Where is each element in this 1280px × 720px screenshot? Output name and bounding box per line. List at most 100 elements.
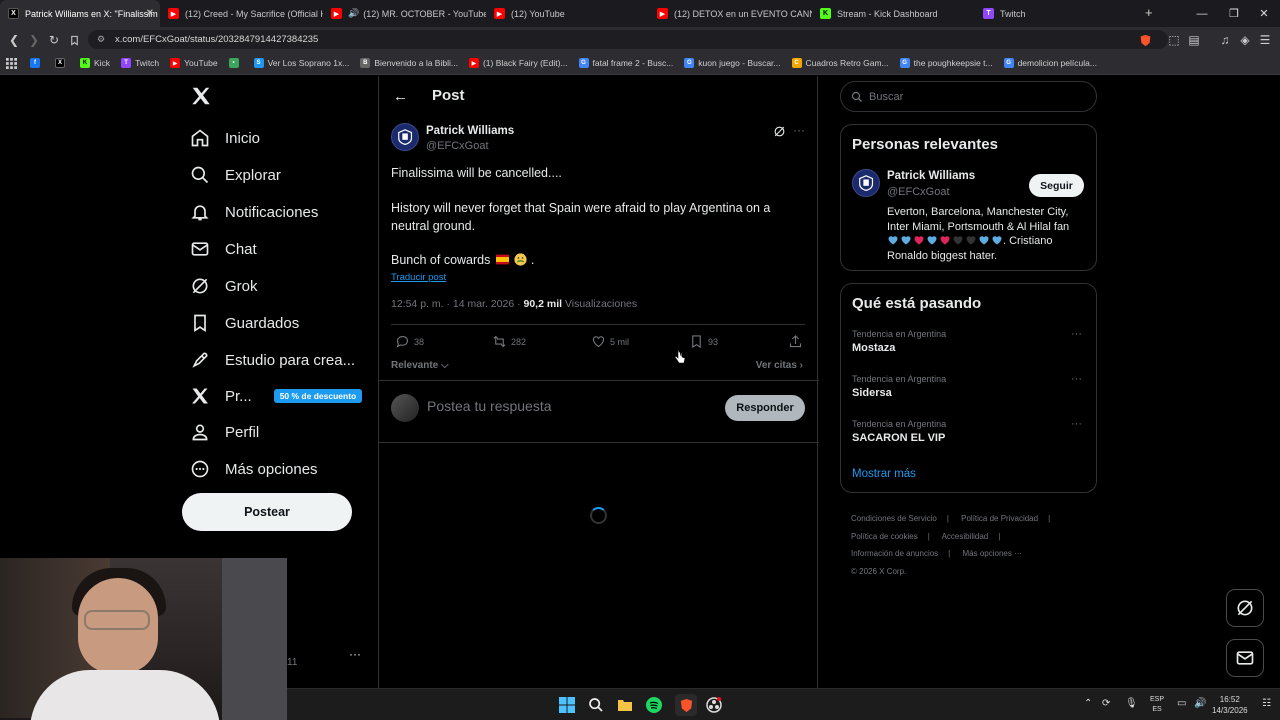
share-action[interactable]: [788, 334, 807, 349]
sync-icon[interactable]: ⟳: [1102, 698, 1110, 709]
nav-grok[interactable]: Grok: [190, 272, 258, 300]
forward-button[interactable]: ❯: [26, 32, 42, 48]
bookmark-item[interactable]: f: [30, 58, 44, 68]
extensions-icon[interactable]: ⬚: [1166, 32, 1182, 48]
trend-more-icon[interactable]: ···: [1071, 328, 1082, 340]
microphone-icon[interactable]: 🎙: [1125, 698, 1138, 709]
apps-grid-icon[interactable]: [6, 57, 17, 69]
file-explorer-icon[interactable]: [616, 696, 634, 714]
close-window-button[interactable]: ✕: [1248, 0, 1280, 27]
language-indicator[interactable]: ESP ES: [1150, 695, 1164, 715]
notifications-icon[interactable]: ☷: [1262, 698, 1271, 709]
back-arrow-icon[interactable]: ←: [393, 88, 408, 105]
minimize-button[interactable]: —: [1186, 0, 1218, 27]
tab-twitch[interactable]: T Twitch: [975, 0, 1138, 27]
bookmark-item[interactable]: •: [228, 58, 243, 68]
reply-action[interactable]: 38: [395, 334, 424, 349]
footer-link[interactable]: Accesibilidad: [942, 532, 989, 541]
follow-button[interactable]: Seguir: [1029, 174, 1084, 197]
spotify-icon[interactable]: [645, 696, 663, 714]
menu-icon[interactable]: ☰: [1257, 32, 1273, 48]
media-icon[interactable]: ♫: [1217, 32, 1233, 48]
bookmark-item[interactable]: ▶ YouTube: [170, 58, 218, 68]
show-more-link[interactable]: Mostrar más: [852, 468, 916, 480]
relevant-person-name[interactable]: Patrick Williams: [887, 170, 975, 182]
nav-profile[interactable]: Perfil: [190, 418, 259, 446]
nav-explore[interactable]: Explorar: [190, 161, 281, 189]
search-icon[interactable]: [587, 696, 605, 714]
bookmark-item[interactable]: ▶ (1) Black Fairy (Edit)...: [468, 58, 568, 68]
tweet-author-handle[interactable]: @EFCxGoat: [426, 140, 489, 152]
footer-link[interactable]: Condiciones de Servicio: [851, 514, 937, 523]
system-clock[interactable]: 16:52 14/3/2026: [1212, 694, 1248, 716]
tweet-author-avatar[interactable]: [391, 123, 419, 151]
bookmark-item[interactable]: T Twitch: [121, 58, 159, 68]
restore-button[interactable]: ❐: [1218, 0, 1250, 27]
tweet-more-icon[interactable]: ···: [793, 123, 805, 137]
footer-link[interactable]: Más opciones ···: [962, 549, 1022, 558]
sort-replies-dropdown[interactable]: Relevante ⌵: [391, 360, 449, 371]
footer-link[interactable]: Política de cookies: [851, 532, 918, 541]
nav-home[interactable]: Inicio: [190, 124, 260, 152]
nav-chat[interactable]: Chat: [190, 235, 257, 263]
obs-icon[interactable]: [705, 696, 723, 714]
tweet-author-name[interactable]: Patrick Williams: [426, 125, 514, 137]
bookmark-item[interactable]: Gdemolicion película...: [1003, 58, 1097, 68]
footer-link[interactable]: Política de Privacidad: [961, 514, 1038, 523]
user-avatar[interactable]: [391, 394, 419, 422]
footer-link[interactable]: Información de anuncios: [851, 549, 938, 558]
trend-more-icon[interactable]: ···: [1071, 373, 1082, 385]
translate-post-link[interactable]: Traducir post: [391, 272, 446, 283]
bookmark-item[interactable]: X: [55, 58, 69, 68]
tab-kick-dashboard[interactable]: K Stream - Kick Dashboard: [812, 0, 975, 27]
post-button[interactable]: Postear: [182, 493, 352, 531]
nav-creator-studio[interactable]: Estudio para crea...: [190, 346, 355, 374]
network-icon[interactable]: ▭: [1177, 698, 1186, 709]
new-tab-button[interactable]: +: [1145, 5, 1153, 20]
messages-floating-button[interactable]: [1226, 639, 1264, 677]
nav-notifications[interactable]: Notificaciones: [190, 198, 318, 226]
like-action[interactable]: 5 mil: [591, 334, 629, 349]
nav-more-options[interactable]: Más opciones: [190, 455, 318, 483]
tab-x-post[interactable]: X Patrick Williams en X: "Finalissim ✕: [0, 0, 160, 27]
vpn-icon[interactable]: ◈: [1237, 32, 1253, 48]
tab-youtube-creed[interactable]: ▶ (12) Creed - My Sacrifice (Official HD: [160, 0, 323, 27]
tweet-timestamp[interactable]: 12:54 p. m. · 14 mar. 2026 ·: [391, 298, 524, 310]
bookmark-item[interactable]: K Kick: [80, 58, 110, 68]
account-more-icon[interactable]: ···: [349, 647, 361, 661]
tab-youtube-detox[interactable]: ▶ (12) DETOX en un EVENTO CANNABI: [649, 0, 812, 27]
sidebar-icon[interactable]: ▤: [1186, 32, 1202, 48]
bookmark-item[interactable]: Gthe poughkeepsie t...: [899, 58, 993, 68]
site-info-icon[interactable]: ⚙: [97, 30, 105, 49]
grok-explain-icon[interactable]: [773, 125, 786, 138]
trend-item[interactable]: Tendencia en Argentina SACARON EL VIP: [852, 419, 946, 444]
volume-icon[interactable]: 🔊: [1194, 698, 1206, 709]
bookmark-item[interactable]: S Ver Los Soprano 1x...: [253, 58, 349, 68]
tab-youtube-october[interactable]: ▶ 🔊 (12) MR. OCTOBER - YouTube: [323, 0, 486, 27]
bookmark-item[interactable]: B Bienvenido a la Bibli...: [360, 58, 458, 68]
reload-button[interactable]: ↻: [46, 32, 62, 48]
bookmark-item[interactable]: Gfatal frame 2 - Busc...: [578, 58, 673, 68]
url-field[interactable]: ⚙ x.com/EFCxGoat/status/2032847914427384…: [88, 30, 1168, 49]
relevant-person-avatar[interactable]: [852, 169, 880, 197]
brave-browser-icon[interactable]: [675, 694, 697, 716]
bookmark-page-icon[interactable]: [66, 32, 82, 48]
x-logo-icon[interactable]: [190, 85, 212, 107]
bookmark-item[interactable]: Gkuon juego - Buscar...: [684, 58, 781, 68]
bookmark-action[interactable]: 93: [689, 334, 718, 349]
trend-more-icon[interactable]: ···: [1071, 418, 1082, 430]
brave-shield-icon[interactable]: [1137, 32, 1153, 48]
windows-start-icon[interactable]: [558, 696, 576, 714]
grok-floating-button[interactable]: [1226, 589, 1264, 627]
bookmark-item[interactable]: C Cuadros Retro Gam...: [791, 58, 889, 68]
relevant-person-handle[interactable]: @EFCxGoat: [887, 186, 950, 198]
repost-action[interactable]: 282: [492, 334, 526, 349]
close-tab-icon[interactable]: ✕: [146, 8, 154, 19]
trend-item[interactable]: Tendencia en Argentina Mostaza: [852, 329, 946, 354]
back-button[interactable]: ❮: [6, 32, 22, 48]
nav-bookmarks[interactable]: Guardados: [190, 309, 299, 337]
view-quotes-link[interactable]: Ver citas ›: [756, 360, 803, 371]
reply-input[interactable]: Postea tu respuesta: [427, 398, 552, 414]
search-input[interactable]: Buscar: [840, 81, 1097, 112]
reply-button[interactable]: Responder: [725, 395, 805, 421]
